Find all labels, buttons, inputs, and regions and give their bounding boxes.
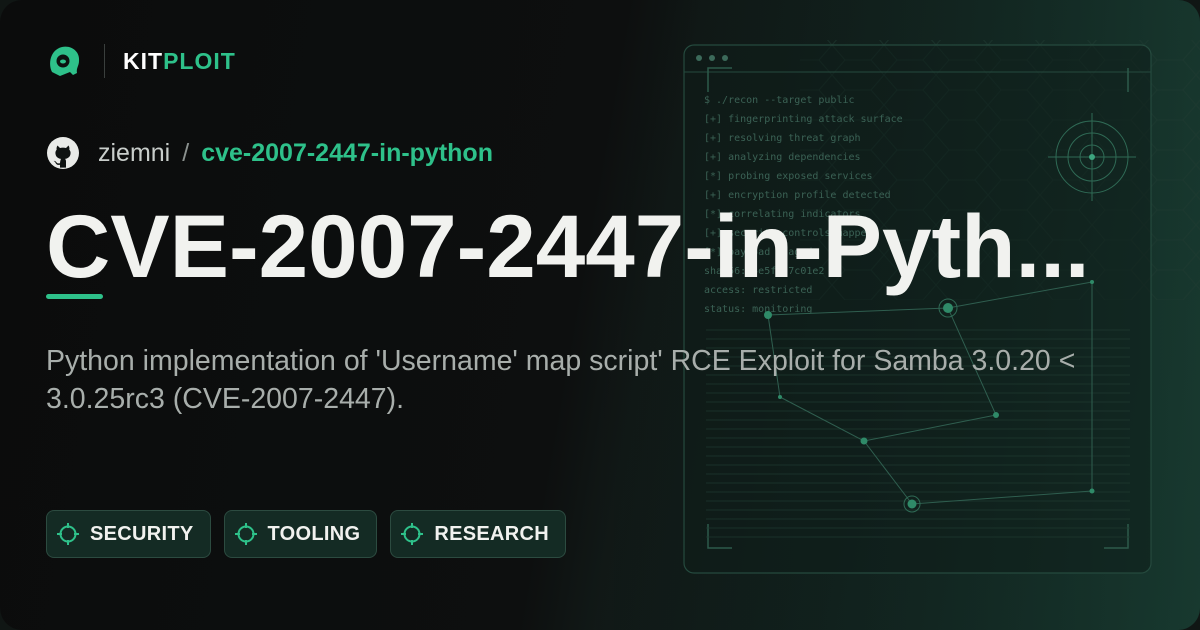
crosshair-icon bbox=[234, 523, 257, 545]
window-dot-icon bbox=[696, 55, 702, 61]
terminal-line: [+] fingerprinting attack surface bbox=[704, 114, 903, 125]
tag-list: SECURITY TOOLING RESEARCH bbox=[46, 510, 579, 558]
brand[interactable]: KITPLOIT bbox=[46, 42, 236, 80]
repo-description: Python implementation of 'Username' map … bbox=[46, 345, 1076, 415]
crosshair-icon bbox=[57, 523, 79, 545]
github-icon bbox=[47, 137, 79, 169]
page-title: CVE-2007-2447-in-Pyth... bbox=[46, 196, 1090, 296]
window-dot-icon bbox=[709, 55, 715, 61]
window-dot-icon bbox=[722, 55, 728, 61]
repo-separator: / bbox=[182, 138, 190, 167]
brand-name: KITPLOIT bbox=[123, 48, 236, 75]
tag-label: TOOLING bbox=[267, 522, 361, 545]
repo-name[interactable]: cve-2007-2447-in-python bbox=[201, 139, 493, 168]
tag-security[interactable]: SECURITY bbox=[46, 510, 211, 558]
tag-label: RESEARCH bbox=[434, 522, 550, 545]
terminal-line: status: monitoring bbox=[704, 304, 812, 315]
terminal-line: [+] analyzing dependencies bbox=[704, 152, 861, 163]
hacker-head-icon bbox=[50, 46, 80, 76]
brand-name-part1: KIT bbox=[123, 47, 164, 74]
brand-divider bbox=[104, 44, 105, 78]
repo-owner[interactable]: ziemni bbox=[98, 139, 170, 168]
terminal-line: [*] probing exposed services bbox=[704, 171, 873, 182]
brand-name-part2: PLOIT bbox=[163, 47, 236, 74]
tag-label: SECURITY bbox=[90, 522, 194, 545]
repo-breadcrumb: ziemni / cve-2007-2447-in-python bbox=[46, 136, 493, 170]
social-card: $ ./recon --target public [+] fingerprint… bbox=[0, 0, 1200, 630]
tag-tooling[interactable]: TOOLING bbox=[223, 510, 378, 558]
terminal-line: [+] resolving threat graph bbox=[704, 133, 861, 144]
title-underline bbox=[46, 294, 103, 299]
terminal-line: $ ./recon --target public bbox=[704, 95, 855, 106]
crosshair-icon bbox=[401, 523, 424, 545]
tag-research[interactable]: RESEARCH bbox=[390, 510, 567, 558]
